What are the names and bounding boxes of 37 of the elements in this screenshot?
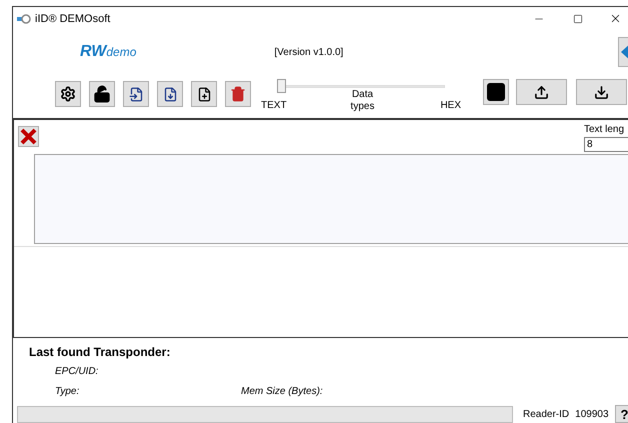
app-logo: RWdemo	[80, 42, 136, 62]
save-file-button[interactable]	[157, 81, 183, 108]
mem-size-label: Mem Size (Bytes):	[241, 385, 323, 399]
text-label: TEXT	[261, 99, 287, 114]
file-import-icon	[128, 86, 144, 102]
new-entry-button[interactable]	[191, 81, 217, 108]
window-title: iID® DEMOsoft	[35, 12, 110, 27]
upload-icon	[534, 84, 549, 100]
transponder-title: Last found Transponder:	[29, 344, 172, 361]
epc-label: EPC/UID:	[55, 365, 100, 379]
settings-icon	[60, 86, 76, 102]
unlock-button[interactable]	[89, 81, 115, 108]
help-button[interactable]: ?	[614, 405, 628, 423]
reader-id-label: Reader-ID	[523, 408, 570, 422]
download-button[interactable]	[576, 79, 627, 106]
upload-button[interactable]	[516, 79, 567, 106]
square-icon	[487, 83, 505, 102]
stop-button[interactable]	[483, 79, 509, 106]
version-label: [Version v1.0.0]	[274, 46, 344, 60]
unlocked-padlock-icon	[93, 85, 111, 104]
reader-id-value: 109903	[575, 408, 609, 422]
trash-icon	[230, 86, 246, 102]
text-length-field[interactable]: 8	[584, 136, 628, 152]
hex-label: HEX	[440, 99, 461, 114]
clear-button[interactable]	[18, 126, 39, 147]
load-file-button[interactable]	[123, 81, 149, 108]
type-label: Type:	[55, 385, 80, 399]
data-types-label: Data types	[350, 89, 376, 114]
file-download-icon	[162, 86, 178, 102]
maximize-icon	[573, 14, 583, 24]
file-add-icon	[196, 86, 212, 102]
delete-button[interactable]	[225, 81, 251, 108]
download-icon	[594, 84, 609, 100]
settings-button[interactable]	[55, 81, 81, 108]
text-length-label: Text leng	[584, 122, 626, 137]
app-icon	[17, 12, 31, 25]
cross-icon	[20, 128, 37, 145]
